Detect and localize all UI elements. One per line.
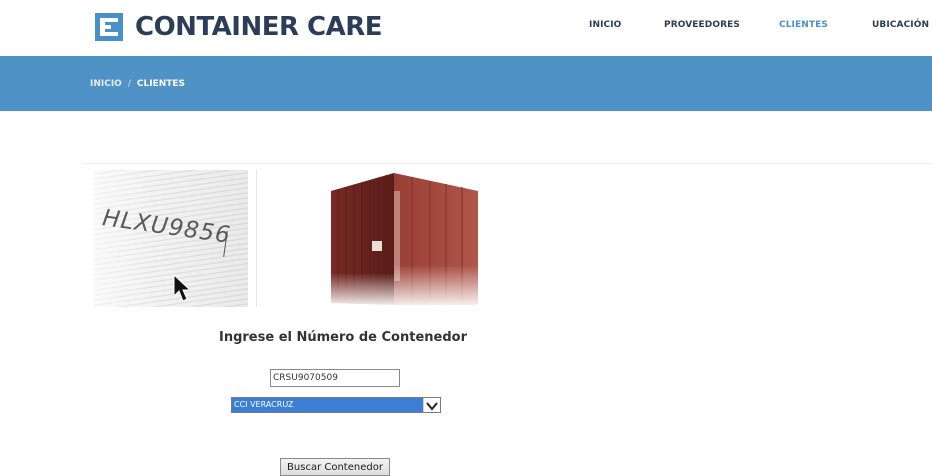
form-heading: Ingrese el Número de Contenedor	[219, 330, 467, 345]
image-separator	[256, 170, 257, 307]
section-divider	[84, 163, 932, 164]
shipping-container-image	[331, 173, 478, 305]
page-banner: INICIO / CLIENTES	[0, 56, 932, 111]
container-number-input[interactable]	[270, 369, 400, 387]
terminal-select[interactable]: CCI VERACRUZ	[231, 397, 441, 413]
logo-text: CONTAINER CARE	[135, 12, 383, 42]
breadcrumb-home[interactable]: INICIO	[90, 79, 122, 89]
nav-proveedores[interactable]: PROVEEDORES	[664, 20, 740, 30]
mouse-pointer-icon	[173, 274, 192, 302]
nav-inicio[interactable]: INICIO	[589, 20, 621, 30]
nav-ubicacion[interactable]: UBICACIÓN	[872, 20, 929, 30]
breadcrumb-separator: /	[127, 79, 131, 89]
terminal-select-value: CCI VERACRUZ	[232, 398, 423, 412]
site-header: CONTAINER CARE INICIO PROVEEDORES CLIENT…	[0, 0, 932, 56]
chevron-down-icon[interactable]	[423, 398, 440, 412]
search-container-button[interactable]: Buscar Contenedor	[280, 458, 390, 476]
container-code-image: HLXU9856	[94, 170, 248, 307]
logo-mark-icon	[95, 13, 123, 41]
breadcrumb: INICIO / CLIENTES	[90, 79, 185, 89]
nav-clientes[interactable]: CLIENTES	[779, 20, 828, 30]
logo[interactable]: CONTAINER CARE	[95, 9, 383, 45]
breadcrumb-current: CLIENTES	[136, 79, 186, 89]
